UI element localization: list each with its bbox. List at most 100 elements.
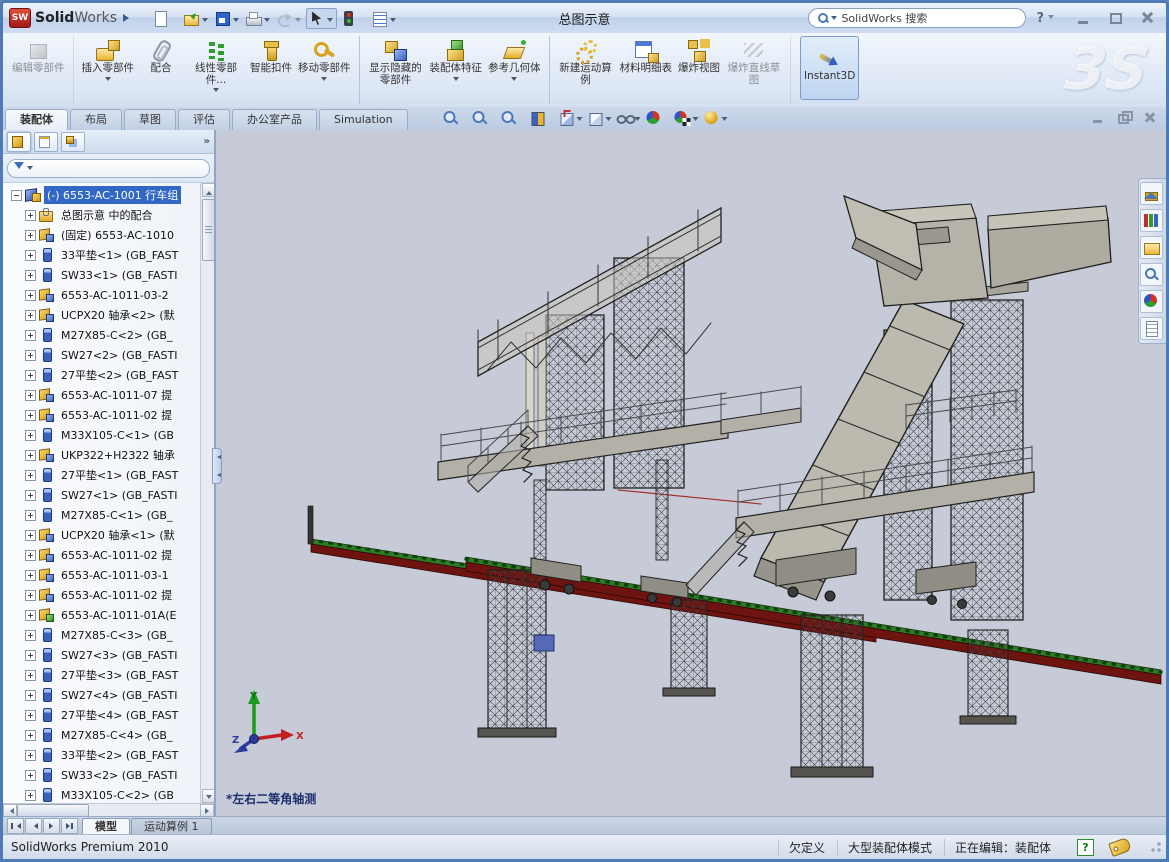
tree-item[interactable]: M33X105-C<2> (GB [19, 785, 214, 803]
view-toolbar-button[interactable] [615, 109, 641, 127]
tree-item[interactable]: UCPX20 轴承<1> (默 [19, 525, 214, 545]
first-tab-button[interactable] [7, 818, 24, 834]
tags-icon[interactable] [1108, 837, 1132, 857]
command-tab[interactable]: 装配体 [5, 109, 68, 130]
appearances-tab-icon[interactable] [1140, 290, 1163, 313]
expand-toggle-icon[interactable] [25, 790, 36, 801]
expand-toggle-icon[interactable] [25, 270, 36, 281]
new-document-button[interactable] [151, 9, 180, 28]
expand-toggle-icon[interactable] [25, 410, 36, 421]
view-toolbar-button[interactable] [644, 109, 670, 127]
search-box[interactable]: SolidWorks 搜索 [808, 8, 1026, 28]
tree-item[interactable]: SW27<3> (GB_FASTI [19, 645, 214, 665]
expand-toggle-icon[interactable] [25, 530, 36, 541]
design-library-tab-icon[interactable] [1140, 209, 1163, 232]
expand-toggle-icon[interactable] [25, 310, 36, 321]
search-dropdown-icon[interactable] [831, 16, 837, 23]
expand-panel-button[interactable]: » [204, 136, 210, 147]
scroll-thumb[interactable] [202, 199, 214, 261]
expand-toggle-icon[interactable] [25, 770, 36, 781]
expand-toggle-icon[interactable] [25, 370, 36, 381]
instant3d-button[interactable]: Instant3D [800, 36, 859, 100]
tree-item[interactable]: SW27<2> (GB_FASTI [19, 345, 214, 365]
expand-toggle-icon[interactable] [25, 510, 36, 521]
expand-toggle-icon[interactable] [25, 710, 36, 721]
tree-item[interactable]: SW27<1> (GB_FASTI [19, 485, 214, 505]
expand-toggle-icon[interactable] [25, 470, 36, 481]
tree-item[interactable]: 总图示意 中的配合 [19, 205, 214, 225]
view-toolbar-button[interactable] [557, 109, 583, 127]
expand-toggle-icon[interactable] [25, 610, 36, 621]
minimize-button[interactable] [1070, 10, 1096, 26]
view-toolbar-button[interactable] [470, 109, 496, 127]
view-toolbar-button[interactable] [441, 109, 467, 127]
show-hidden-button[interactable]: 显示隐藏的零部件 [365, 36, 427, 104]
view-toolbar-button[interactable] [673, 109, 699, 127]
mate-button[interactable]: 配合 [137, 36, 185, 104]
tree-item[interactable]: SW33<2> (GB_FASTI [19, 765, 214, 785]
tree-vertical-scrollbar[interactable] [200, 183, 214, 803]
tree-horizontal-scrollbar[interactable] [3, 803, 214, 817]
insert-components-button[interactable]: 插入零部件 [79, 36, 138, 104]
view-toolbar-button[interactable] [586, 109, 612, 127]
expand-toggle-icon[interactable] [25, 650, 36, 661]
bill-of-materials-button[interactable]: 材料明细表 [617, 36, 676, 104]
scroll-down-button[interactable] [202, 789, 214, 803]
help-dropdown-icon[interactable] [1048, 15, 1054, 22]
expand-toggle-icon[interactable] [25, 250, 36, 261]
command-tab[interactable]: 办公室产品 [232, 109, 317, 130]
tree-item[interactable]: M27X85-C<4> (GB_ [19, 725, 214, 745]
smart-fasteners-button[interactable]: 智能扣件 [247, 36, 295, 104]
doc-restore-button[interactable] [1116, 111, 1132, 124]
expand-toggle-icon[interactable] [25, 730, 36, 741]
resources-tab-icon[interactable] [1140, 182, 1163, 205]
doc-close-button[interactable] [1142, 111, 1158, 124]
tree-item[interactable]: 6553-AC-1011-02 提 [19, 405, 214, 425]
command-tab[interactable]: 草图 [124, 109, 176, 130]
expand-toggle-icon[interactable] [25, 230, 36, 241]
menu-expand-arrow-icon[interactable] [123, 14, 133, 22]
select-tool-button[interactable] [306, 8, 337, 29]
filter-dropdown-icon[interactable] [27, 166, 33, 173]
tree-item[interactable]: M27X85-C<1> (GB_ [19, 505, 214, 525]
assembly-features-button[interactable]: 装配体特征 [427, 36, 486, 104]
expand-toggle-icon[interactable] [25, 490, 36, 501]
tree-item[interactable]: 6553-AC-1011-07 提 [19, 385, 214, 405]
command-tab[interactable]: 评估 [178, 109, 230, 130]
print-button[interactable] [244, 9, 273, 28]
rebuild-button[interactable] [339, 9, 368, 28]
expand-toggle-icon[interactable] [11, 190, 22, 201]
configurationmanager-tab-icon[interactable] [61, 132, 85, 152]
tree-item[interactable]: M27X85-C<3> (GB_ [19, 625, 214, 645]
close-button[interactable] [1134, 10, 1160, 26]
search-tab-icon[interactable] [1140, 263, 1163, 286]
scroll-up-button[interactable] [202, 183, 214, 197]
resize-grip-icon[interactable] [1150, 841, 1162, 853]
command-tab[interactable]: 布局 [70, 109, 122, 130]
propertymanager-tab-icon[interactable] [34, 132, 58, 152]
study-tab[interactable]: 运动算例 1 [131, 818, 212, 835]
tree-item[interactable]: 6553-AC-1011-02 提 [19, 545, 214, 565]
expand-toggle-icon[interactable] [25, 210, 36, 221]
open-button[interactable] [182, 9, 211, 28]
tree-item[interactable]: 27平垫<1> (GB_FAST [19, 465, 214, 485]
expand-toggle-icon[interactable] [25, 450, 36, 461]
view-toolbar-button[interactable] [528, 109, 554, 127]
edit-component-button[interactable]: 编辑零部件 [9, 36, 74, 104]
properties-tab-icon[interactable] [1140, 317, 1163, 340]
explode-line-sketch-button[interactable]: 爆炸直线草图 [723, 36, 791, 104]
tree-item[interactable]: UKP322+H2322 轴承 [19, 445, 214, 465]
expand-toggle-icon[interactable] [25, 330, 36, 341]
quick-tips-icon[interactable]: ? [1077, 839, 1094, 856]
filter-input[interactable] [7, 159, 210, 178]
maximize-button[interactable] [1102, 10, 1128, 26]
options-button[interactable] [370, 9, 399, 28]
tree-item[interactable]: M27X85-C<2> (GB_ [19, 325, 214, 345]
graphics-viewport[interactable]: Y X Z *左右二等角轴测 [216, 130, 1166, 817]
tree-item[interactable]: M33X105-C<1> (GB [19, 425, 214, 445]
command-tab[interactable]: Simulation [319, 109, 408, 130]
expand-toggle-icon[interactable] [25, 430, 36, 441]
tree-item[interactable]: 33平垫<2> (GB_FAST [19, 745, 214, 765]
tree-item[interactable]: SW33<1> (GB_FASTI [19, 265, 214, 285]
help-button[interactable]: ? [1036, 11, 1044, 26]
